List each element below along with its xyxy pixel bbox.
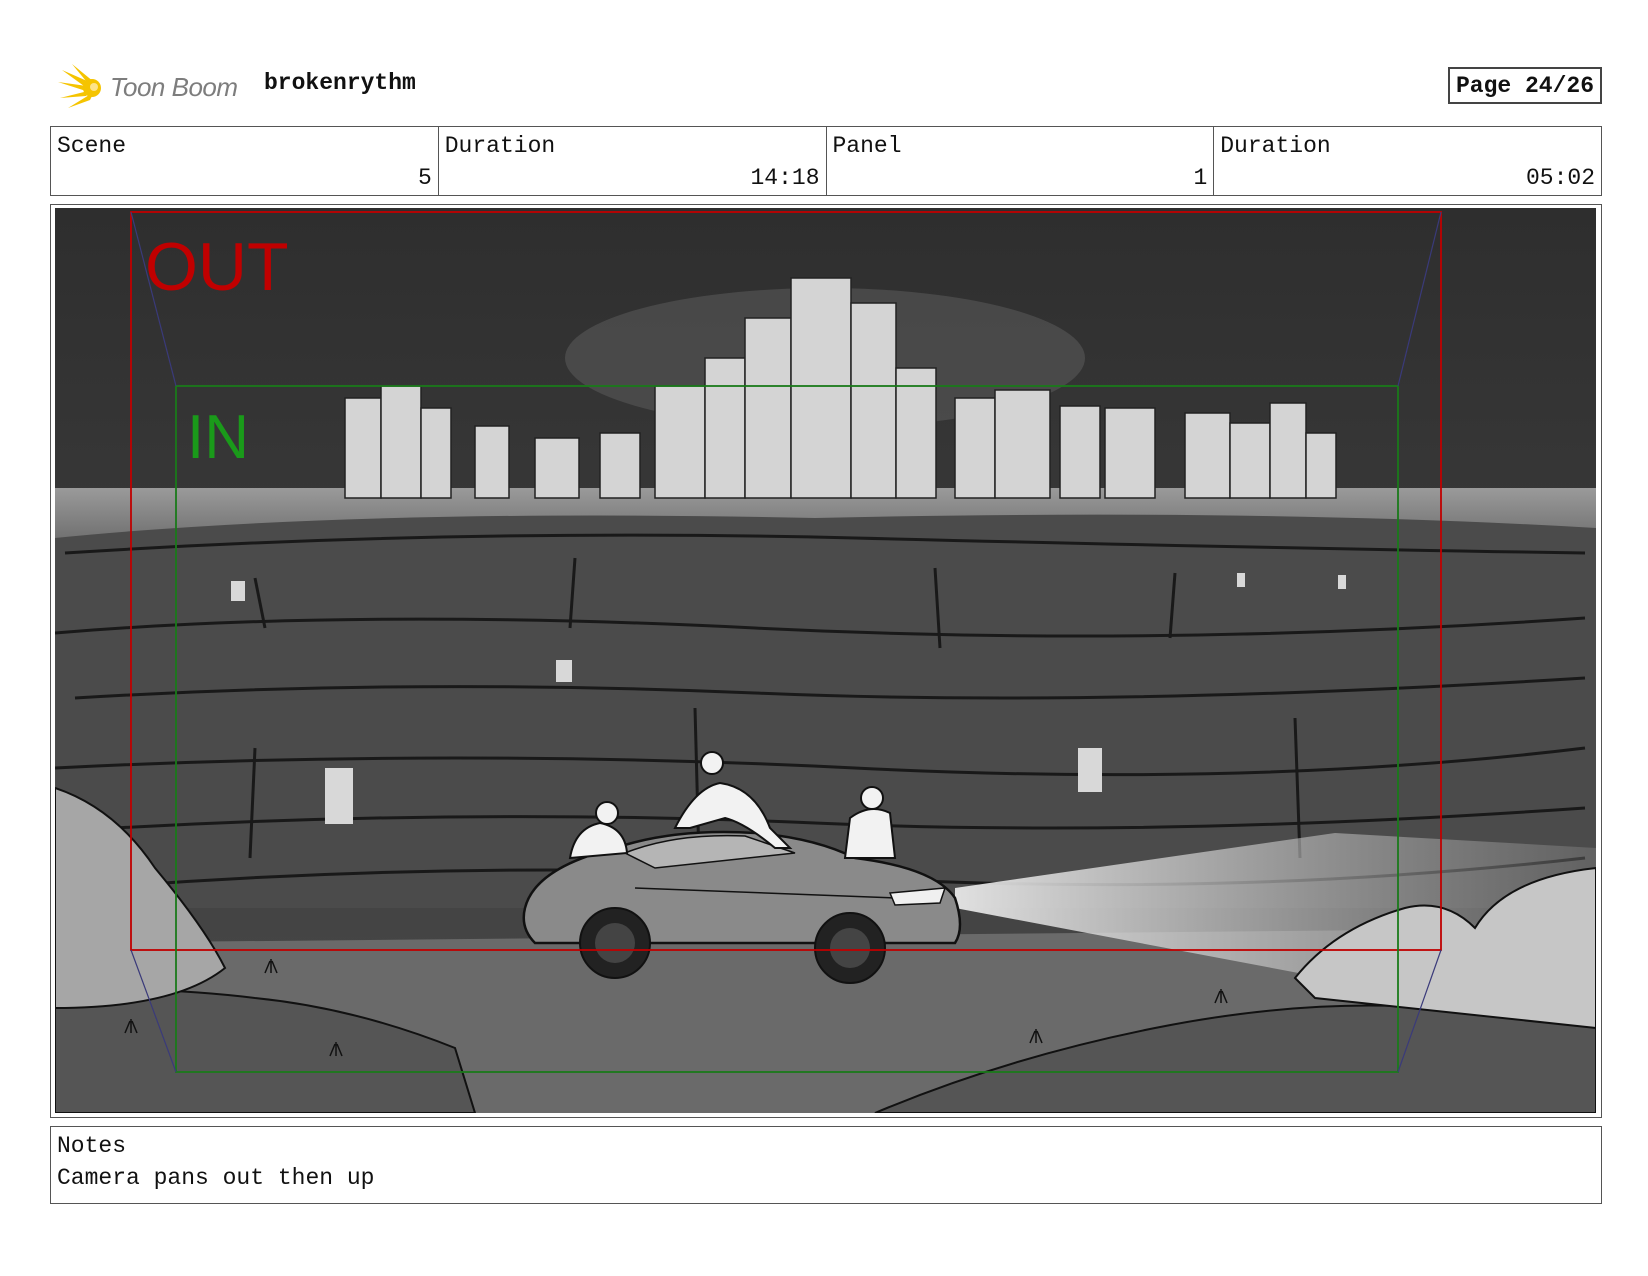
notes-label: Notes [57,1133,127,1159]
scene-info-table: Scene 5 Duration 14:18 Panel 1 Duration … [50,126,1602,196]
panel-duration-cell: Duration 05:02 [1214,127,1601,195]
scene-value: 5 [417,165,432,191]
toon-boom-logo: Toon Boom [54,60,238,114]
panel-cell: Panel 1 [827,127,1215,195]
panel-drawing: OUT IN [55,208,1596,1113]
page-indicator: Page 24/26 [1447,67,1602,104]
scene-cell: Scene 5 [51,127,439,195]
toon-boom-burst-icon [58,64,101,108]
scene-duration-cell: Duration 14:18 [439,127,827,195]
logo-wordmark: Toon Boom [110,71,238,102]
notes-text: Camera pans out then up [57,1165,375,1191]
storyboard-header: Toon Boom brokenrythm Page 24/26 [50,58,1602,114]
panel-duration-value: 05:02 [1525,165,1595,191]
panel-value: 1 [1193,165,1208,191]
panel-duration-label: Duration [1220,133,1331,159]
scene-label: Scene [57,133,127,159]
notes-box: Notes Camera pans out then up [50,1126,1602,1204]
project-name: brokenrythm [264,70,416,96]
scene-duration-label: Duration [444,133,556,159]
scene-duration-value: 14:18 [750,165,820,191]
storyboard-panel: OUT IN [50,204,1602,1118]
out-label: OUT [145,229,289,305]
panel-label: Panel [832,133,902,159]
in-label: IN [187,403,249,472]
